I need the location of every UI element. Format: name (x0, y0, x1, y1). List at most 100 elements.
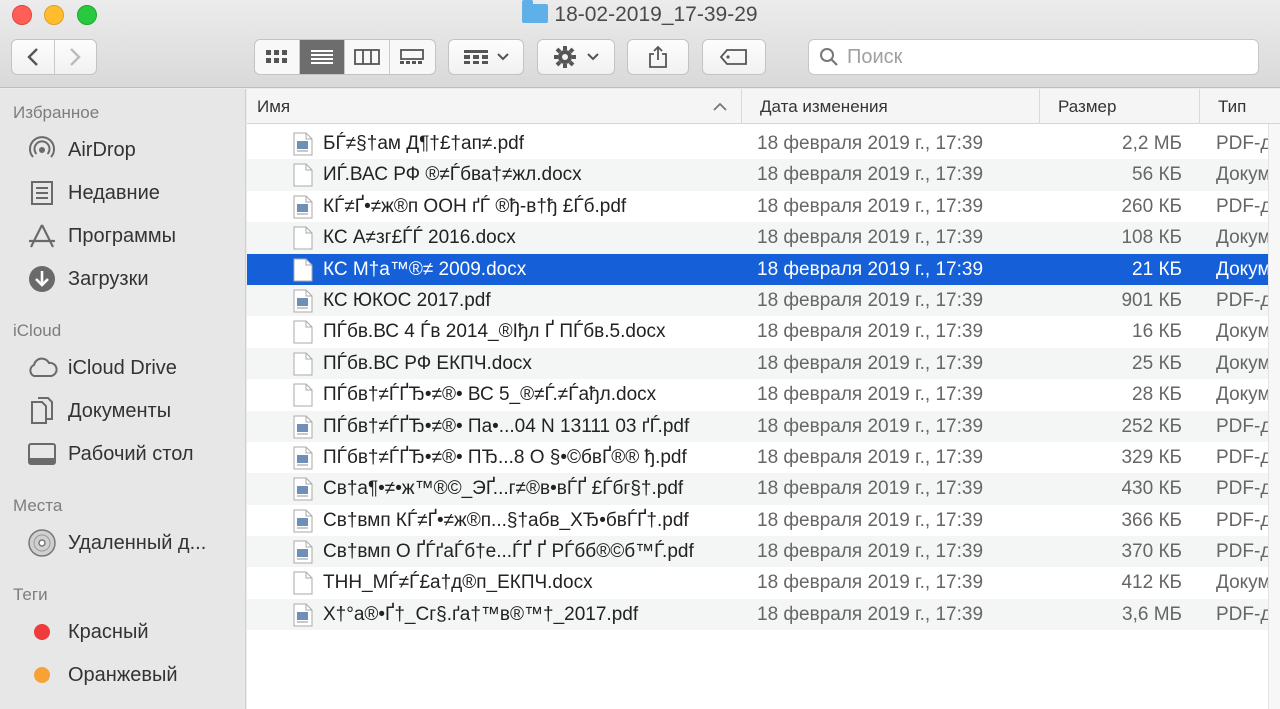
file-date: 18 февраля 2019 г., 17:39 (757, 541, 984, 563)
file-date: 18 февраля 2019 г., 17:39 (757, 289, 984, 311)
file-size: 3,6 МБ (1122, 603, 1182, 625)
file-row[interactable]: ТНН_МЃ≠Ѓ£а†д®п_ЕКПЧ.docx 18 февраля 2019 … (247, 567, 1280, 598)
file-name: ПЃбв†≠ЃҐЂ•≠®• Па•...04 N 13111 03 ґЃ.pdf (323, 415, 690, 437)
file-size: 108 КБ (1121, 227, 1182, 249)
file-row[interactable]: ПЃбв†≠ЃҐЂ•≠®• ПЂ...8 О §•©бвҐ®® ђ.pdf 18 … (247, 442, 1280, 473)
sidebar-item-label: Документы (68, 399, 172, 422)
column-header-size[interactable]: Размер (1040, 89, 1200, 124)
pdf-file-icon (293, 540, 313, 564)
folder-icon (522, 0, 549, 23)
view-mode-control (254, 39, 436, 75)
file-date: 18 февраля 2019 г., 17:39 (757, 572, 984, 594)
forward-button[interactable] (55, 40, 97, 74)
action-menu-button[interactable] (537, 39, 615, 75)
file-name: ПЃбв†≠ЃҐЂ•≠®• ВС 5_®≠Ѓ.≠Ѓађл.docx (323, 384, 657, 406)
icon-view-button[interactable] (255, 40, 300, 74)
file-row[interactable]: КС А≠зг£ЃЃ 2016.docx 18 февраля 2019 г., … (247, 222, 1280, 254)
tag-icon (720, 49, 747, 65)
sidebar-item-tag-red[interactable]: Красный (26, 615, 241, 649)
document-file-icon (293, 383, 313, 407)
sidebar-item-icloud-drive[interactable]: iCloud Drive (26, 351, 241, 385)
file-row[interactable]: КС ЮКОС 2017.pdf 18 февраля 2019 г., 17:3… (247, 284, 1280, 317)
sidebar-item-airdrop[interactable]: AirDrop (26, 133, 241, 167)
file-date: 18 февраля 2019 г., 17:39 (757, 603, 984, 625)
pdf-file-icon (293, 415, 313, 439)
file-date: 18 февраля 2019 г., 17:39 (757, 164, 984, 186)
sidebar-item-label: Загрузки (68, 267, 149, 290)
file-size: 21 КБ (1132, 258, 1182, 280)
applications-icon (26, 220, 58, 252)
edit-tags-button[interactable] (702, 39, 766, 75)
document-file-icon (293, 163, 313, 187)
sidebar-item-downloads[interactable]: Загрузки (26, 262, 241, 296)
file-date: 18 февраля 2019 г., 17:39 (757, 352, 984, 374)
airdrop-icon (26, 134, 58, 166)
back-button[interactable] (12, 40, 55, 74)
file-row[interactable]: Х†°а®•Ґ†_Сг§.ґа†™в®™†_2017.pdf 18 февраля… (247, 598, 1280, 631)
vertical-scrollbar[interactable] (1268, 124, 1280, 709)
file-row[interactable]: КЃ≠Ґ•≠ж®п ООН ґЃ ®ђ-в†ђ £Ѓб.pdf 18 феврал… (247, 191, 1280, 222)
file-row[interactable]: КС М†а™®≠ 2009.docx 18 февраля 2019 г., 1… (247, 253, 1280, 285)
column-view-button[interactable] (345, 40, 390, 74)
file-size: 16 КБ (1132, 321, 1182, 343)
column-header-date[interactable]: Дата изменения (742, 89, 1040, 124)
search-field[interactable] (808, 39, 1259, 75)
sidebar-item-recents[interactable]: Недавние (26, 176, 241, 210)
file-row[interactable]: ПЃбв†≠ЃҐЂ•≠®• Па•...04 N 13111 03 ґЃ.pdf… (247, 410, 1280, 442)
file-row[interactable]: ИЃ.ВАС РФ ®≠Ѓбва†≠жл.docx 18 февраля 2019… (247, 159, 1280, 191)
sidebar-item-documents[interactable]: Документы (26, 394, 241, 428)
file-name: ПЃбв.ВС РФ ЕКПЧ.docx (323, 352, 532, 374)
file-size: 329 КБ (1121, 446, 1182, 468)
sidebar-item-applications[interactable]: Программы (26, 219, 241, 253)
sidebar-item-remote-disc[interactable]: Удаленный д... (26, 526, 241, 560)
sidebar-item-label: Недавние (68, 181, 160, 204)
file-row[interactable]: Св†вмп О ҐЃґаЃб†е...ЃҐ Ґ РЃбб®©б™Ѓ.pdf 18… (247, 536, 1280, 568)
document-file-icon (293, 352, 313, 376)
sidebar-item-tag-orange[interactable]: Оранжевый (26, 658, 241, 692)
file-row[interactable]: Св†вмп КЃ≠Ґ•≠ж®п...§†абв_ХЂ•бвЃҐ†.pdf 18 … (247, 505, 1280, 536)
file-row[interactable]: ПЃбв.ВС РФ ЕКПЧ.docx 18 февраля 2019 г., … (247, 347, 1280, 380)
search-input[interactable] (847, 45, 1227, 69)
file-date: 18 февраля 2019 г., 17:39 (757, 321, 984, 343)
file-size: 56 КБ (1132, 164, 1182, 186)
list-view-button[interactable] (300, 40, 345, 74)
file-name: КЃ≠Ґ•≠ж®п ООН ґЃ ®ђ-в†ђ £Ѓб.pdf (323, 195, 627, 217)
cloud-icon (26, 352, 58, 384)
pdf-file-icon (293, 195, 313, 219)
chevron-left-icon (27, 48, 38, 66)
red-tag-icon (34, 624, 50, 640)
navigation-buttons (11, 39, 97, 75)
column-header-kind[interactable]: Тип (1200, 89, 1280, 124)
file-date: 18 февраля 2019 г., 17:39 (757, 384, 984, 406)
file-size: 370 КБ (1121, 541, 1182, 563)
column-header-name[interactable]: Имя (247, 89, 742, 124)
sidebar-section-tags: Теги (13, 585, 48, 604)
file-row[interactable]: БЃ≠§†ам Д¶†£†ап≠.pdf 18 февраля 2019 г., … (247, 128, 1280, 159)
pdf-file-icon (293, 289, 313, 313)
gallery-view-button[interactable] (390, 40, 435, 74)
file-name: ПЃбв.ВС 4 Ѓв 2014_®Іђл Ґ ПЃбв.5.docx (323, 321, 666, 343)
orange-tag-icon (34, 667, 50, 683)
file-size: 366 КБ (1121, 509, 1182, 531)
share-button[interactable] (627, 39, 689, 75)
file-size: 28 КБ (1132, 384, 1182, 406)
recents-icon (26, 177, 58, 209)
group-by-button[interactable] (448, 39, 524, 75)
chevron-right-icon (70, 48, 81, 66)
list-header: Имя Дата изменения Размер Тип (247, 89, 1280, 124)
file-name: Х†°а®•Ґ†_Сг§.ґа†™в®™†_2017.pdf (323, 603, 639, 625)
window-title: 18-02-2019_17-39-29 (0, 0, 1280, 27)
disc-icon (26, 527, 58, 559)
file-name: БЃ≠§†ам Д¶†£†ап≠.pdf (323, 133, 524, 154)
document-file-icon (293, 320, 313, 344)
chevron-down-icon (587, 53, 599, 61)
file-name: Св†а¶•≠•ж™®©_ЭҐ...г≠®в•вЃҐ £Ѓбг§†.pdf (323, 478, 684, 500)
pdf-file-icon (293, 132, 313, 156)
file-row[interactable]: ПЃбв†≠ЃҐЂ•≠®• ВС 5_®≠Ѓ.≠Ѓађл.docx 18 февр… (247, 379, 1280, 410)
sidebar-item-label: AirDrop (68, 138, 136, 161)
sidebar-item-label: Красный (68, 620, 149, 643)
sidebar-item-desktop[interactable]: Рабочий стол (26, 437, 241, 471)
file-name: Св†вмп КЃ≠Ґ•≠ж®п...§†абв_ХЂ•бвЃҐ†.pdf (323, 509, 689, 531)
file-row[interactable]: ПЃбв.ВС 4 Ѓв 2014_®Іђл Ґ ПЃбв.5.docx 18 ф… (247, 316, 1280, 347)
file-row[interactable]: Св†а¶•≠•ж™®©_ЭҐ...г≠®в•вЃҐ £Ѓбг§†.pdf 18 … (247, 473, 1280, 505)
